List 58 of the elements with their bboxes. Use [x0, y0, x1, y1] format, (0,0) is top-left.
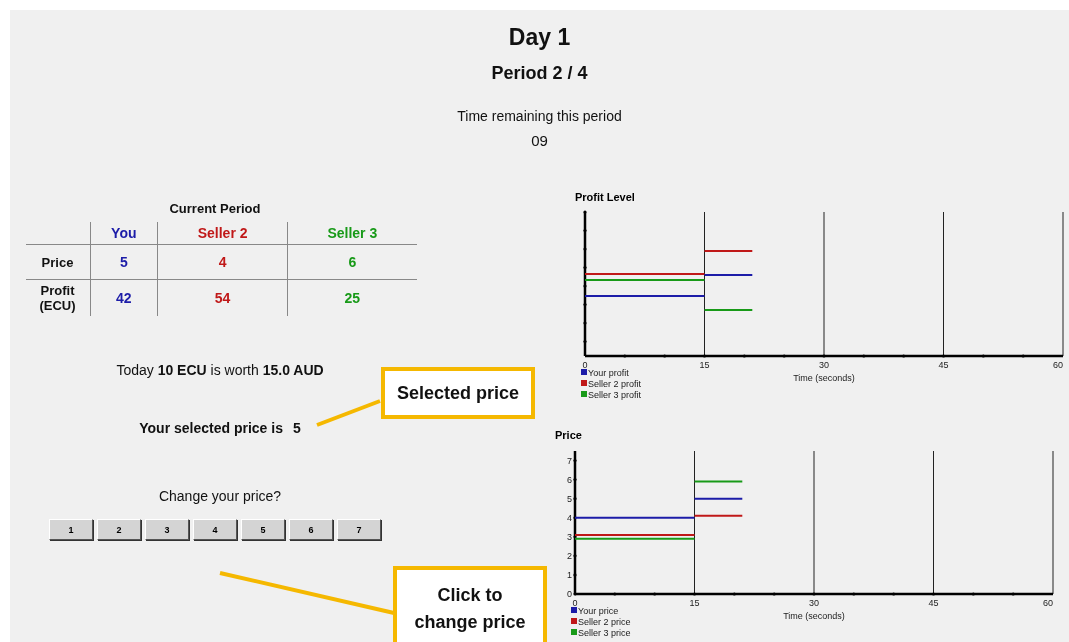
tick-label: 30: [819, 360, 829, 370]
column-header: You: [90, 222, 158, 245]
price-button[interactable]: 2: [97, 519, 141, 540]
timer-label: Time remaining this period: [457, 108, 622, 124]
period-title: Period 2 / 4: [491, 63, 588, 84]
table-cell: 25: [287, 279, 417, 316]
tick-label: 45: [928, 598, 939, 608]
callout-label: Selected price: [381, 367, 535, 419]
tick-label: 2: [567, 550, 572, 561]
table-cell: 54: [157, 279, 288, 316]
selected-price-value: 5: [292, 420, 301, 436]
tick-label: 0: [582, 360, 588, 370]
table-cell: 4: [157, 244, 288, 280]
legend-label: Seller 2 price: [578, 617, 631, 627]
column-header: Seller 2: [157, 222, 288, 245]
change-price-prompt: Change your price?: [158, 488, 282, 504]
tick-label: 15: [699, 360, 710, 370]
tick-label: 7: [567, 455, 572, 466]
column-header: Seller 3: [287, 222, 417, 245]
price-button[interactable]: 7: [337, 519, 381, 540]
row-header: Profit (ECU): [25, 279, 90, 316]
tick-label: 1: [567, 569, 572, 580]
leader-line: [315, 399, 382, 427]
legend-label: Seller 3 price: [578, 628, 631, 638]
tick-label: 4: [567, 512, 572, 523]
selected-price-label: Your selected price is: [139, 420, 283, 436]
chart-title: Price: [555, 429, 582, 441]
price-button[interactable]: 4: [193, 519, 237, 540]
table-cell: 6: [287, 244, 417, 280]
tick-label: 30: [809, 598, 819, 608]
legend-label: Your profit: [588, 368, 629, 378]
legend-label: Seller 3 profit: [588, 390, 642, 400]
tick-label: 0: [567, 589, 572, 599]
tick-label: 0: [572, 598, 578, 608]
table-cell: 42: [90, 279, 158, 316]
tick-label: 60: [1043, 598, 1053, 608]
tick-label: 3: [567, 531, 572, 542]
legend-label: Your price: [578, 606, 619, 616]
row-header: Price: [25, 244, 90, 280]
table-title: Current Period: [169, 201, 261, 216]
chart-title: Profit Level: [575, 191, 635, 203]
tick-label: 5: [567, 493, 572, 504]
table-cell: 5: [90, 244, 158, 280]
tick-label: 60: [1053, 360, 1063, 370]
price-button[interactable]: 1: [49, 519, 93, 540]
price-button[interactable]: 3: [145, 519, 189, 540]
axis-label: Time (seconds): [783, 611, 845, 621]
axis-label: Time (seconds): [793, 373, 855, 383]
legend-label: Seller 2 profit: [588, 379, 642, 389]
exchange-rate-text: Today 10 ECU is worth 15.0 AUD: [116, 362, 324, 378]
price-button[interactable]: 6: [289, 519, 333, 540]
day-title: Day 1: [508, 24, 571, 51]
tick-label: 45: [938, 360, 949, 370]
tick-label: 6: [567, 474, 572, 485]
timer-value: 09: [531, 132, 548, 149]
callout-label: Click to change price: [393, 566, 547, 642]
tick-label: 15: [689, 598, 700, 608]
price-button[interactable]: 5: [241, 519, 285, 540]
